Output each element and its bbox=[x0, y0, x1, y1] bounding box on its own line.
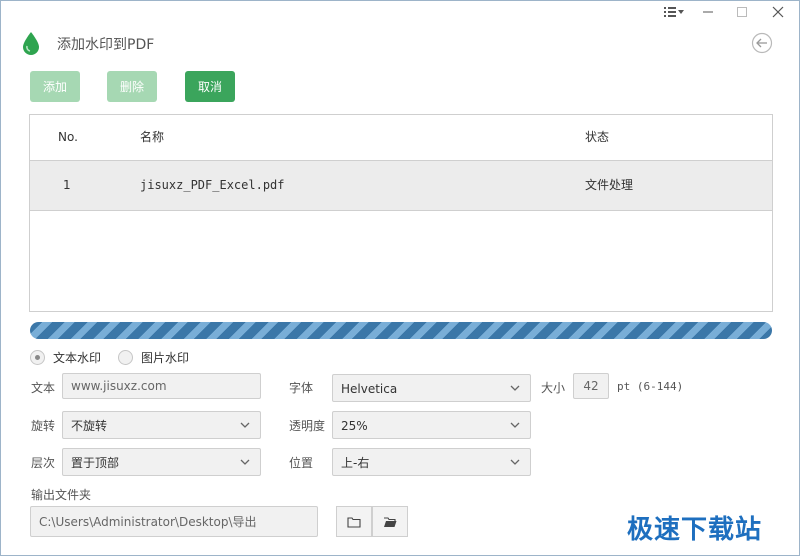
opacity-value: 25% bbox=[341, 419, 368, 433]
app-window: 添加水印到PDF 添加 删除 取消 No. 名称 状态 1 jisuxz_PDF… bbox=[0, 0, 800, 556]
column-header-no: No. bbox=[58, 130, 78, 144]
rotate-select[interactable]: 不旋转 bbox=[62, 411, 261, 439]
opacity-select[interactable]: 25% bbox=[332, 411, 531, 439]
layer-label: 层次 bbox=[31, 456, 56, 470]
text-input-wrapper bbox=[62, 373, 261, 399]
maximize-button[interactable] bbox=[725, 1, 759, 23]
rotate-label: 旋转 bbox=[31, 419, 56, 433]
cancel-button[interactable]: 取消 bbox=[185, 71, 235, 102]
chevron-down-icon bbox=[510, 459, 520, 465]
row-number: 1 bbox=[63, 178, 71, 192]
output-folder-wrapper bbox=[30, 506, 318, 537]
close-button[interactable] bbox=[761, 1, 795, 23]
app-title: 添加水印到PDF bbox=[57, 37, 155, 53]
open-folder-button[interactable] bbox=[372, 506, 408, 537]
font-value: Helvetica bbox=[341, 382, 398, 396]
font-select[interactable]: Helvetica bbox=[332, 374, 531, 402]
size-input[interactable] bbox=[574, 374, 608, 398]
water-drop-icon bbox=[23, 32, 39, 55]
chevron-down-icon bbox=[510, 385, 520, 391]
layer-select[interactable]: 置于顶部 bbox=[62, 448, 261, 476]
open-folder-icon bbox=[384, 516, 397, 527]
position-value: 上-右 bbox=[341, 456, 370, 470]
menu-icon bbox=[664, 7, 684, 17]
size-range-hint: pt (6-144) bbox=[617, 380, 684, 393]
rotate-value: 不旋转 bbox=[71, 419, 108, 433]
row-status: 文件处理 bbox=[585, 178, 634, 192]
radio-unchecked[interactable] bbox=[118, 349, 133, 365]
opacity-label: 透明度 bbox=[289, 419, 326, 433]
image-watermark-option[interactable]: 图片水印 bbox=[118, 348, 189, 366]
output-folder-input[interactable] bbox=[31, 507, 317, 536]
delete-button[interactable]: 删除 bbox=[107, 71, 157, 102]
close-icon bbox=[772, 6, 784, 18]
chevron-down-icon bbox=[240, 422, 250, 428]
text-label: 文本 bbox=[31, 381, 56, 395]
radio-checked[interactable] bbox=[30, 349, 45, 365]
position-label: 位置 bbox=[289, 456, 314, 470]
position-select[interactable]: 上-右 bbox=[332, 448, 531, 476]
file-table: No. 名称 状态 1 jisuxz_PDF_Excel.pdf 文件处理 bbox=[29, 114, 773, 312]
text-watermark-option[interactable]: 文本水印 bbox=[30, 348, 101, 366]
watermark-text-input[interactable] bbox=[63, 374, 260, 398]
column-header-name: 名称 bbox=[140, 130, 165, 144]
back-arrow-icon[interactable] bbox=[751, 32, 773, 54]
output-folder-label: 输出文件夹 bbox=[31, 488, 92, 502]
text-watermark-label: 文本水印 bbox=[53, 350, 102, 365]
browse-folder-button[interactable] bbox=[336, 506, 372, 537]
minimize-icon bbox=[703, 11, 713, 13]
site-watermark: 极速下载站 bbox=[627, 515, 763, 545]
chevron-down-icon bbox=[240, 459, 250, 465]
size-input-wrapper bbox=[573, 373, 609, 399]
menu-button[interactable] bbox=[657, 1, 691, 23]
progress-bar bbox=[30, 322, 772, 339]
maximize-icon bbox=[737, 7, 747, 17]
row-file-name: jisuxz_PDF_Excel.pdf bbox=[140, 178, 285, 192]
folder-icon bbox=[347, 516, 361, 528]
image-watermark-label: 图片水印 bbox=[141, 350, 190, 365]
layer-value: 置于顶部 bbox=[71, 456, 120, 470]
font-label: 字体 bbox=[289, 381, 314, 395]
table-row[interactable]: 1 jisuxz_PDF_Excel.pdf 文件处理 bbox=[30, 160, 772, 211]
add-button[interactable]: 添加 bbox=[30, 71, 80, 102]
column-header-status: 状态 bbox=[585, 130, 610, 144]
size-label: 大小 bbox=[541, 381, 566, 395]
chevron-down-icon bbox=[510, 422, 520, 428]
minimize-button[interactable] bbox=[691, 1, 725, 23]
